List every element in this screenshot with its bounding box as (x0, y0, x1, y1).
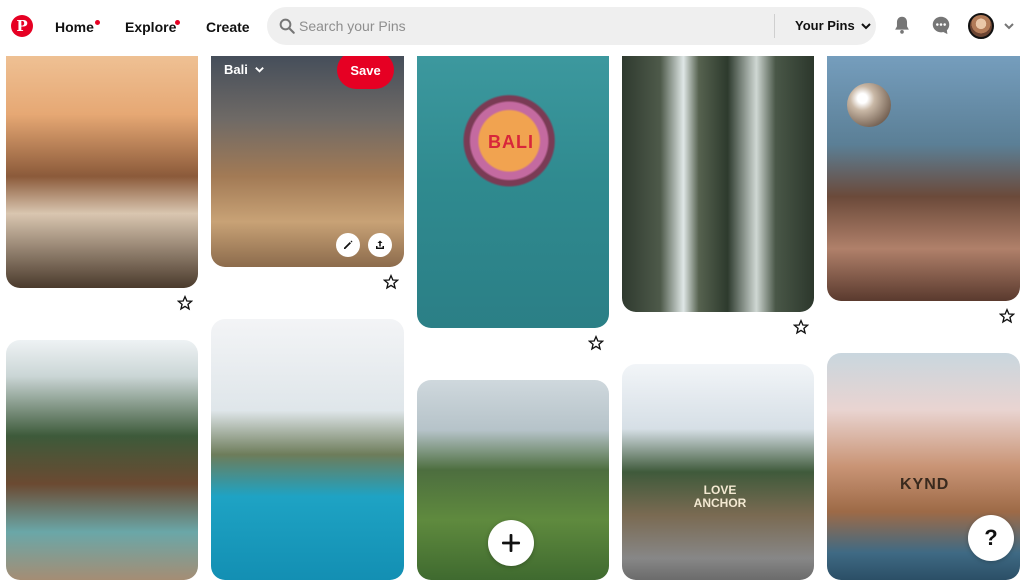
star-icon[interactable] (793, 319, 809, 335)
add-pin-button[interactable] (488, 520, 534, 566)
coconut-lettering: KYND (900, 476, 950, 493)
star-icon[interactable] (999, 308, 1015, 324)
help-button[interactable]: ? (968, 515, 1014, 561)
pinterest-logo-icon[interactable]: P (11, 15, 33, 37)
nav-explore[interactable]: Explore (125, 19, 176, 35)
chevron-down-icon (255, 67, 264, 73)
star-icon[interactable] (383, 274, 399, 290)
bell-icon[interactable] (891, 14, 913, 36)
board-selector[interactable]: Bali (224, 62, 265, 77)
disco-ball-shape (847, 83, 891, 127)
search-bar: Your Pins (267, 7, 876, 45)
sign-lettering: LOVE ANCHOR (693, 483, 747, 511)
share-pin-button[interactable] (368, 233, 392, 257)
pin-love-anchor-image[interactable]: LOVE ANCHOR (622, 364, 814, 580)
edit-pin-button[interactable] (336, 233, 360, 257)
search-scope-dropdown[interactable]: Your Pins (795, 18, 872, 33)
pin-pool-drink-image[interactable] (211, 319, 404, 580)
chat-icon[interactable] (930, 14, 952, 36)
search-icon (279, 18, 295, 34)
nav-home[interactable]: Home (55, 19, 94, 35)
pin-villas-image[interactable] (6, 340, 198, 580)
search-scope-label: Your Pins (795, 18, 855, 33)
pencil-icon (344, 240, 353, 249)
bowl-lettering: BALI (488, 132, 534, 152)
star-icon[interactable] (588, 335, 604, 351)
pin-waterfall-image[interactable] (622, 40, 814, 312)
pin-beach-club-image[interactable] (6, 40, 198, 288)
search-divider (774, 14, 775, 38)
star-icon[interactable] (177, 295, 193, 311)
plus-icon (502, 534, 520, 552)
pin-beach-party-image[interactable] (827, 40, 1020, 301)
explore-notification-dot (175, 20, 180, 25)
pin-smoothie-bowl-image[interactable]: BALI (417, 40, 609, 328)
chevron-down-icon (861, 22, 871, 29)
nav-create[interactable]: Create (206, 19, 250, 35)
top-navigation-bar: P Home Explore Create Your Pins (0, 0, 1024, 56)
search-input[interactable] (299, 7, 769, 45)
chevron-down-icon[interactable] (1003, 20, 1015, 32)
home-notification-dot (95, 20, 100, 25)
save-button[interactable]: Save (337, 51, 394, 89)
board-name: Bali (224, 62, 248, 77)
share-icon (376, 240, 384, 249)
avatar[interactable] (968, 13, 994, 39)
help-label: ? (984, 525, 998, 550)
